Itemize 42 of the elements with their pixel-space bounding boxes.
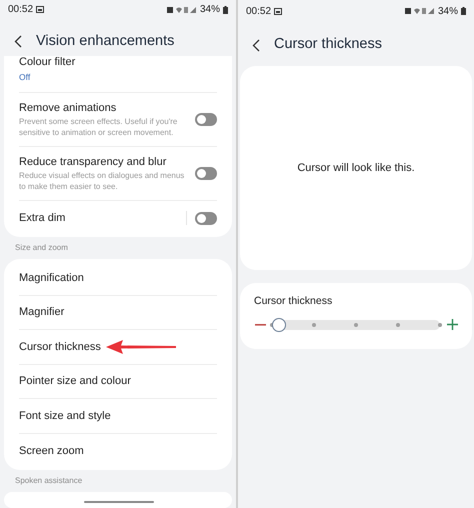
toggle-switch[interactable] <box>195 113 217 126</box>
setting-title[interactable]: Remove animations <box>19 101 187 115</box>
minus-icon <box>254 324 266 326</box>
battery-percent: 34% <box>200 3 220 18</box>
battery-icon <box>223 6 228 14</box>
gallery-icon <box>36 6 44 14</box>
section-header: Spoken assistance <box>14 475 84 487</box>
back-icon <box>252 38 260 52</box>
menu-item[interactable]: Cursor thickness <box>19 338 101 355</box>
screen-title: Vision enhancements <box>36 32 174 51</box>
battery-percent: 34% <box>438 4 458 18</box>
status-time: 00:52 <box>8 3 34 18</box>
menu-item[interactable]: Magnifier <box>19 304 64 320</box>
screen-title: Cursor thickness <box>274 35 382 54</box>
menu-item[interactable]: Screen zoom <box>19 442 84 459</box>
preview-text: Cursor will look like this. <box>297 160 415 176</box>
increase-button[interactable] <box>446 318 458 331</box>
setting-title[interactable]: Reduce transparency and blur <box>19 155 187 169</box>
menu-item[interactable]: Font size and style <box>19 408 111 424</box>
setting-description: Reduce visual effects on dialogues and menus to make them easier to see. <box>19 170 186 192</box>
section-header: Size and zoom <box>14 242 69 254</box>
battery-icon <box>461 7 466 15</box>
slider-label: Cursor thickness <box>254 294 334 309</box>
setting-description: Prevent some screen effects. Useful if you're sensitive to animation or screen movement. <box>19 116 178 138</box>
setting-title[interactable]: Extra dim <box>19 211 178 225</box>
status-icons <box>404 7 435 15</box>
slider-track[interactable] <box>272 320 440 330</box>
slider-thumb[interactable] <box>272 318 286 332</box>
back-button[interactable] <box>252 38 260 52</box>
back-button[interactable] <box>14 35 22 48</box>
plus-icon <box>446 319 458 330</box>
home-indicator <box>84 501 154 503</box>
menu-item[interactable]: Magnification <box>19 270 84 286</box>
gallery-icon <box>274 8 282 14</box>
menu-item[interactable]: Pointer size and colour <box>19 373 131 390</box>
status-time: 00:52 <box>246 4 272 18</box>
toggle-switch[interactable] <box>195 167 217 180</box>
status-icons <box>166 6 197 14</box>
setting-value: Off <box>19 71 32 84</box>
setting-title[interactable]: Colour filter <box>19 56 217 70</box>
back-icon <box>14 35 22 48</box>
toggle-switch[interactable] <box>195 212 217 224</box>
